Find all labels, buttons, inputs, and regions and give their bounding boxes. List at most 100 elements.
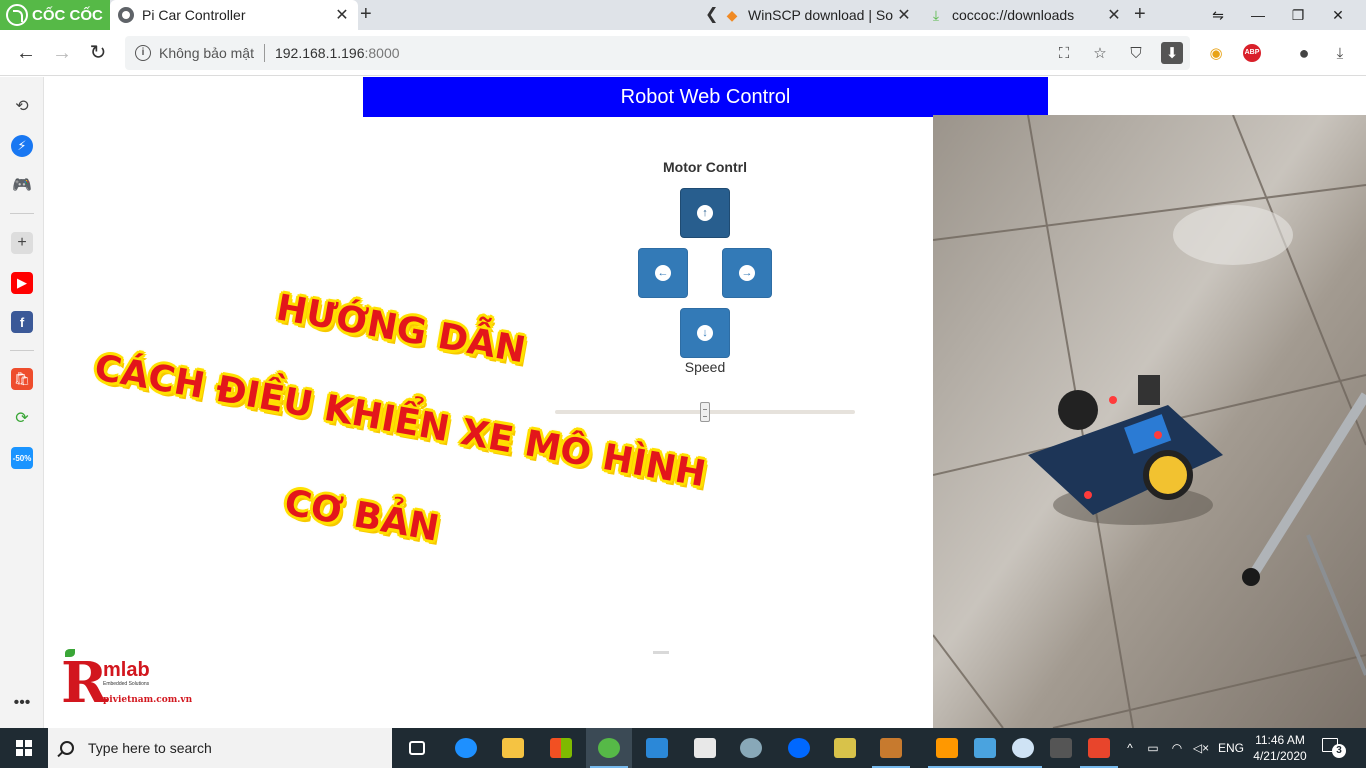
new-tab-button[interactable]: + xyxy=(1134,3,1146,26)
shopee-icon[interactable]: 🛍 xyxy=(11,368,33,390)
logo-site: pivietnam.com.vn xyxy=(103,695,193,705)
tab-pi-car-controller[interactable]: Pi Car Controller ✕ xyxy=(110,0,358,30)
store-app[interactable] xyxy=(538,728,584,768)
info-icon[interactable]: i xyxy=(135,45,151,61)
windows-logo-icon xyxy=(16,740,32,756)
right-button[interactable]: → xyxy=(722,248,772,298)
forward-button[interactable]: ↑ xyxy=(680,188,730,238)
address-separator xyxy=(263,44,265,62)
app-circuit[interactable] xyxy=(822,728,868,768)
tab-strip: CỐC CỐC Pi Car Controller ✕ + ❮ ◆ WinSCP… xyxy=(0,0,1366,30)
history-icon[interactable]: ⟲ xyxy=(11,95,33,117)
circuit-icon xyxy=(834,738,856,758)
url-host: 192.168.1.196 xyxy=(274,45,365,61)
bookmark-star-icon[interactable]: ☆ xyxy=(1089,42,1111,64)
browser-brand[interactable]: CỐC CỐC xyxy=(0,0,110,30)
calculator-icon xyxy=(1050,738,1072,758)
back-button[interactable]: ← xyxy=(12,40,40,66)
add-icon[interactable]: + xyxy=(11,232,33,254)
logo-tagline: Embedded Solutions xyxy=(103,681,150,687)
overlay-title-line1: HƯỚNG DẪN xyxy=(273,287,529,372)
adblock-icon[interactable]: ABP xyxy=(1241,42,1263,64)
translate-icon[interactable]: ⛶ xyxy=(1053,42,1075,64)
close-tab-icon[interactable]: ✕ xyxy=(1104,5,1124,25)
system-clock[interactable]: 11:46 AM 4/21/2020 xyxy=(1248,732,1312,764)
tab-downloads[interactable]: ⤓ coccoc://downloads ✕ xyxy=(924,0,1130,30)
mail-app[interactable] xyxy=(634,728,680,768)
file-explorer-app[interactable] xyxy=(490,728,536,768)
camera-feed-image xyxy=(933,115,1366,728)
backward-button[interactable]: ↓ xyxy=(680,308,730,358)
left-button[interactable]: ← xyxy=(638,248,688,298)
palette-icon xyxy=(1012,738,1034,758)
volume-icon[interactable]: ◁× xyxy=(1190,728,1212,768)
tiki-icon[interactable]: -50% xyxy=(11,447,33,469)
search-icon xyxy=(60,741,74,755)
winscp-icon: ◆ xyxy=(726,7,738,23)
speed-slider-thumb[interactable] xyxy=(700,402,710,422)
tab-title: Pi Car Controller xyxy=(142,7,246,23)
facebook-icon[interactable]: f xyxy=(11,311,33,333)
coccoc-app[interactable] xyxy=(586,728,632,768)
brand-label: CỐC CỐC xyxy=(32,6,103,24)
sublime-icon xyxy=(936,738,958,758)
download-extension-icon[interactable]: ⬇ xyxy=(1161,42,1183,64)
page-header: Robot Web Control xyxy=(363,77,1048,117)
game-icon[interactable]: 🎮 xyxy=(11,174,33,196)
action-center-button[interactable]: 3 xyxy=(1322,738,1346,758)
app-recorder[interactable] xyxy=(1076,728,1122,768)
tab-search-icon[interactable]: ⇋ xyxy=(1198,0,1238,30)
arrow-right-icon: → xyxy=(739,265,755,281)
task-view-icon xyxy=(409,741,425,755)
page-content: Robot Web Control Motor Contrl ↑ ← → ↓ S… xyxy=(45,77,1366,728)
start-button[interactable] xyxy=(0,728,48,768)
footer-dash xyxy=(653,651,669,654)
motor-control-title: Motor Contrl xyxy=(663,159,747,175)
battery-icon[interactable]: ▭ xyxy=(1142,728,1164,768)
tab-title: WinSCP download | So xyxy=(748,7,894,23)
app-vm[interactable] xyxy=(868,728,914,768)
forward-button[interactable]: → xyxy=(48,40,76,66)
windows-taskbar: Type here to search ^ ▭ ◠ ◁× ENG 11:46 A… xyxy=(0,728,1366,768)
browser-toolbar: ← → ↻ i Không bảo mật 192.168.1.196:8000… xyxy=(0,30,1366,76)
camera-stream xyxy=(933,115,1366,728)
tab-scroll-left-icon[interactable]: ❮ xyxy=(705,4,718,24)
logo-name: mlab xyxy=(103,659,150,681)
youtube-icon[interactable]: ▶ xyxy=(11,272,33,294)
new-tab-button[interactable]: + xyxy=(360,3,372,26)
arrow-left-icon: ← xyxy=(655,265,671,281)
browser-sidebar: ⟲ ⚡ 🎮 + ▶ f 🛍 ⟳ -50% ••• xyxy=(0,77,44,728)
minimize-button[interactable]: — xyxy=(1238,0,1278,30)
speed-slider[interactable] xyxy=(555,402,855,422)
tab-winscp[interactable]: ◆ WinSCP download | So ✕ xyxy=(720,0,920,30)
tray-overflow-icon[interactable]: ^ xyxy=(1120,728,1140,768)
close-tab-icon[interactable]: ✕ xyxy=(332,5,352,25)
shield-icon[interactable]: ⛉ xyxy=(1125,42,1147,64)
coccoc-icon[interactable]: ⟳ xyxy=(11,407,33,429)
app-ultraviewer[interactable] xyxy=(682,728,728,768)
reload-button[interactable]: ↻ xyxy=(84,40,112,66)
mail-icon xyxy=(646,738,668,758)
close-window-button[interactable]: ✕ xyxy=(1318,0,1358,30)
language-indicator[interactable]: ENG xyxy=(1214,728,1248,768)
sidebar-divider xyxy=(10,213,34,214)
messenger-icon[interactable]: ⚡ xyxy=(11,135,33,157)
arrow-down-icon: ↓ xyxy=(697,325,713,341)
task-view-button[interactable] xyxy=(394,728,440,768)
close-tab-icon[interactable]: ✕ xyxy=(894,5,914,25)
edge-app[interactable] xyxy=(443,728,489,768)
app-globe[interactable] xyxy=(728,728,774,768)
restore-button[interactable]: ❐ xyxy=(1278,0,1318,30)
clock-time: 11:46 AM xyxy=(1255,733,1305,747)
tab-title: coccoc://downloads xyxy=(952,7,1075,23)
chrome-extension-icon[interactable]: ◉ xyxy=(1205,42,1227,64)
wifi-icon[interactable]: ◠ xyxy=(1166,728,1188,768)
taskbar-search[interactable]: Type here to search xyxy=(48,728,392,768)
profile-icon[interactable]: ● xyxy=(1293,42,1315,64)
coccoc-logo-icon xyxy=(6,4,28,26)
downloads-icon[interactable]: ⤓ xyxy=(1329,42,1351,64)
zalo-app[interactable] xyxy=(776,728,822,768)
vm-icon xyxy=(880,738,902,758)
more-icon[interactable]: ••• xyxy=(11,692,33,714)
address-bar[interactable]: i Không bảo mật 192.168.1.196:8000 xyxy=(125,36,1190,70)
